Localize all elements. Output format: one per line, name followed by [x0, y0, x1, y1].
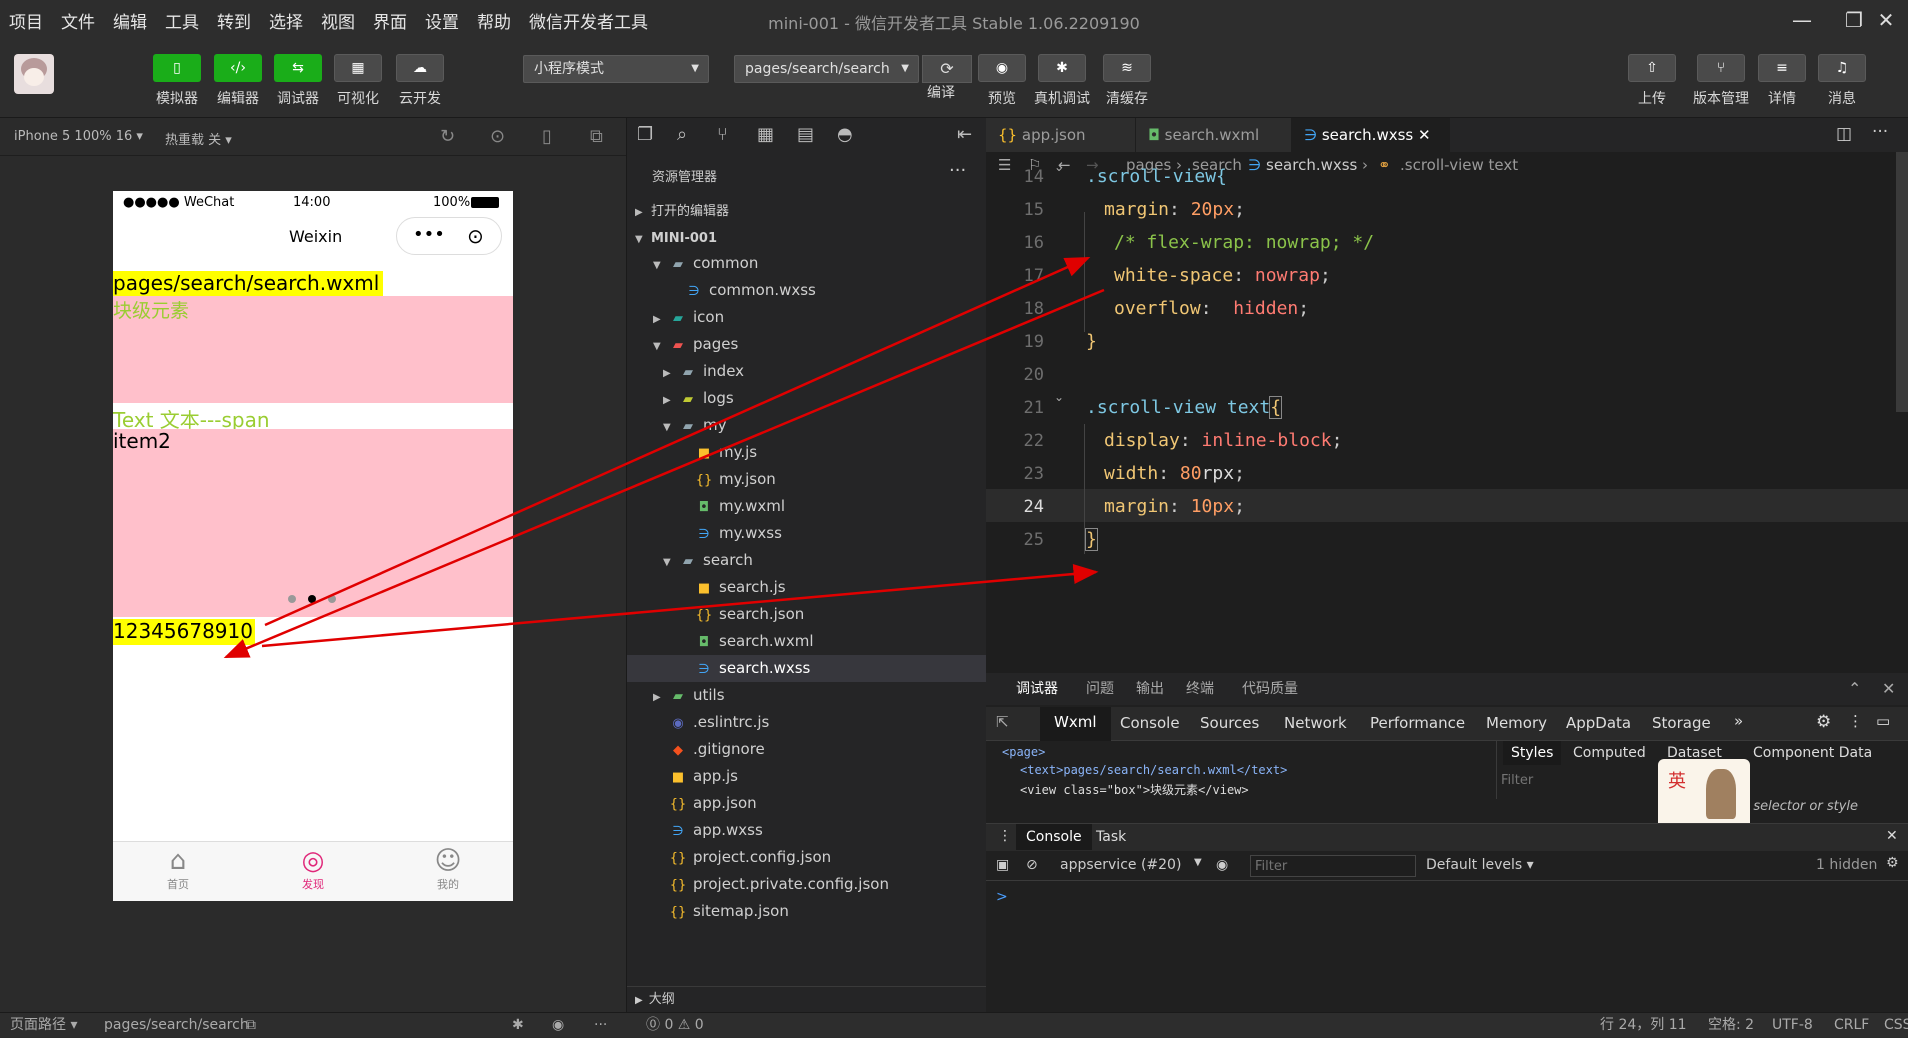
arrow-to-width — [261, 564, 1099, 648]
arrow-from-flexwrap — [223, 288, 1105, 659]
annotation-arrows — [223, 256, 1105, 659]
arrow-to-margin — [264, 256, 1091, 627]
